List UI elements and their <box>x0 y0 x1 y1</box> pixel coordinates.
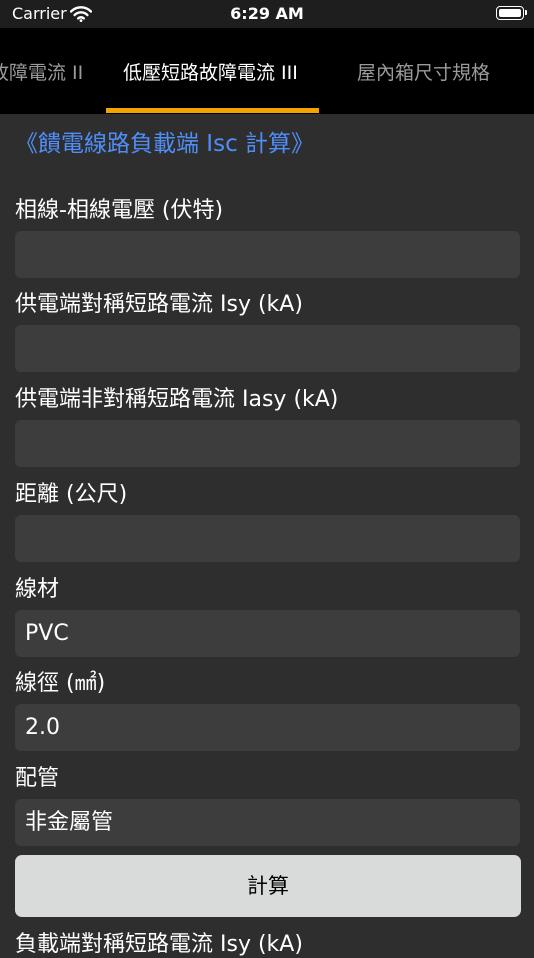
battery-fill <box>499 9 521 17</box>
distance-label: 距離 (公尺) <box>15 482 128 507</box>
wire-size-select[interactable]: 2.0 <box>15 704 520 751</box>
status-time: 6:29 AM <box>230 4 304 23</box>
status-bar: Carrier 6:29 AM <box>0 0 534 28</box>
tab-fault-current-2[interactable]: 故障電流 II <box>0 58 83 85</box>
tab-low-voltage-fault-current-3[interactable]: 低壓短路故障電流 III <box>123 58 298 85</box>
conduit-label: 配管 <box>15 766 60 791</box>
calculate-button[interactable]: 計算 <box>15 855 521 917</box>
battery-icon <box>496 6 527 20</box>
section-title: 《饋電線路負載端 Isc 計算》 <box>15 131 315 157</box>
tab-bar: 故障電流 II 低壓短路故障電流 III 屋內箱尺寸規格 <box>0 28 534 114</box>
supply-symmetric-isc-input[interactable] <box>15 325 520 372</box>
active-tab-indicator <box>106 108 319 113</box>
supply-asymmetric-isc-input[interactable] <box>15 420 520 467</box>
conductor-material-select[interactable]: PVC <box>15 610 520 657</box>
supply-symmetric-isc-label: 供電端對稱短路電流 Isy (kA) <box>15 292 303 317</box>
voltage-input[interactable] <box>15 231 520 278</box>
load-symmetric-isc-label: 負載端對稱短路電流 Isy (kA) <box>15 932 303 957</box>
conduit-select[interactable]: 非金屬管 <box>15 799 520 846</box>
tab-indoor-box-size-spec[interactable]: 屋內箱尺寸規格 <box>357 58 490 85</box>
distance-input[interactable] <box>15 515 520 562</box>
conductor-material-label: 線材 <box>15 577 60 602</box>
supply-asymmetric-isc-label: 供電端非對稱短路電流 Iasy (kA) <box>15 387 339 412</box>
voltage-label: 相線-相線電壓 (伏特) <box>15 198 224 223</box>
wire-size-label: 線徑 (㎟) <box>15 671 106 696</box>
